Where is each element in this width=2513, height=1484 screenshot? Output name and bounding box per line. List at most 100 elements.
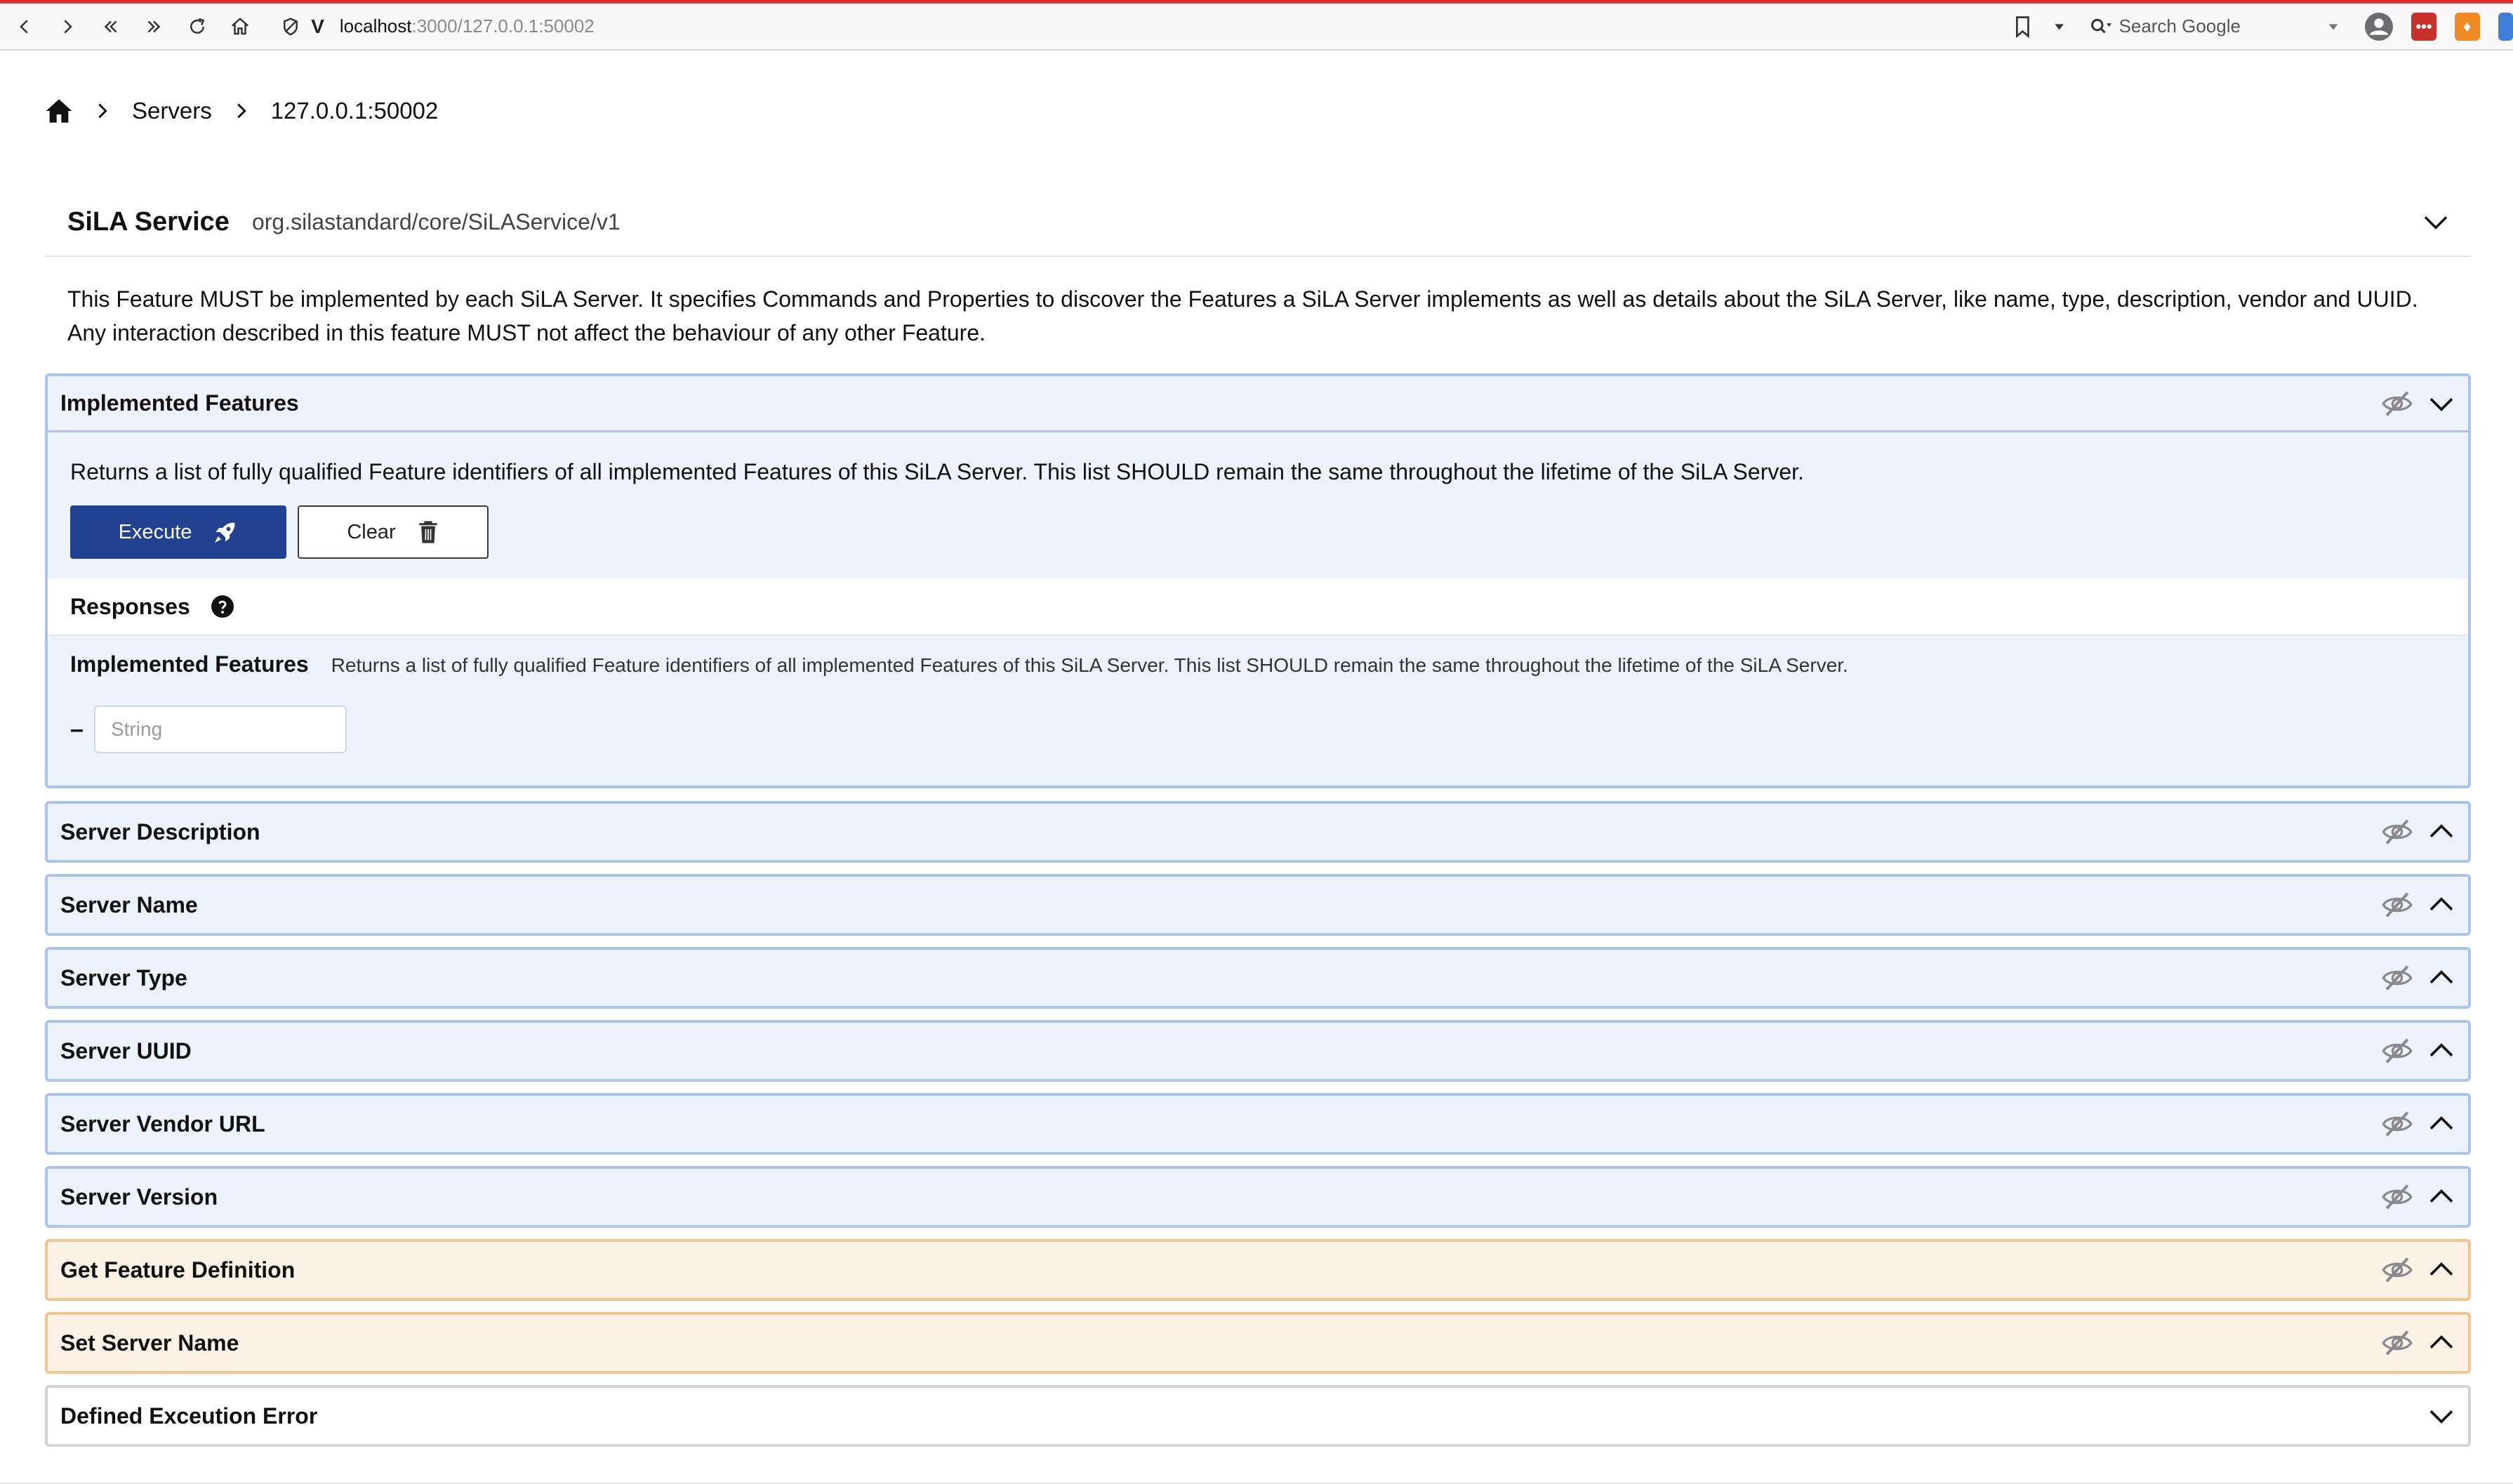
eye-slash-icon[interactable] xyxy=(2381,1328,2413,1358)
panel-body: Returns a list of fully qualified Featur… xyxy=(48,432,2468,764)
caret-down-icon[interactable] xyxy=(2052,18,2067,35)
panel-header[interactable]: Implemented Features xyxy=(48,376,2468,432)
site-v-icon: V xyxy=(311,15,324,37)
clear-label: Clear xyxy=(347,520,396,543)
breadcrumb: Servers 127.0.0.1:50002 xyxy=(45,97,438,125)
execute-button[interactable]: Execute xyxy=(70,505,286,559)
eye-slash-icon[interactable] xyxy=(2381,963,2413,993)
home-button[interactable] xyxy=(222,6,260,48)
home-icon[interactable] xyxy=(45,97,73,125)
chevron-right-icon xyxy=(237,103,246,119)
panel-title: Defined Exceution Error xyxy=(60,1403,318,1429)
chevron-down-icon[interactable] xyxy=(2427,1402,2455,1430)
back-button[interactable] xyxy=(6,6,44,48)
property-panel-server-name: Server Name xyxy=(45,874,2471,936)
panel-title: Server Version xyxy=(60,1184,218,1210)
chevron-up-icon[interactable] xyxy=(2427,1110,2455,1138)
chevron-down-icon[interactable] xyxy=(2422,208,2450,236)
property-panel-server-version: Server Version xyxy=(45,1166,2471,1228)
search-placeholder: Search Google xyxy=(2119,15,2241,37)
account-avatar-icon[interactable] xyxy=(2365,12,2394,41)
chevron-right-icon xyxy=(64,19,73,34)
panel-header[interactable]: Server Type xyxy=(48,950,2468,1006)
property-panel-implemented-features: Implemented Features Returns a list of f… xyxy=(45,373,2471,788)
panel-title: Server Vendor URL xyxy=(60,1111,265,1137)
panel-title: Server UUID xyxy=(60,1038,192,1064)
panel-header[interactable]: Get Feature Definition xyxy=(48,1242,2468,1298)
chevron-up-icon[interactable] xyxy=(2427,964,2455,992)
chevron-up-icon[interactable] xyxy=(2427,1037,2455,1065)
rocket-icon xyxy=(215,522,235,543)
search-engine-icon xyxy=(2090,18,2111,33)
extension-blue-icon[interactable] xyxy=(2498,12,2513,41)
clear-button[interactable]: Clear xyxy=(298,505,489,559)
property-panel-server-uuid: Server UUID xyxy=(45,1020,2471,1082)
execute-label: Execute xyxy=(118,520,192,543)
feature-description-line2: Any interaction described in this featur… xyxy=(67,320,986,345)
string-value-input[interactable] xyxy=(94,705,347,753)
extension-lastpass-icon[interactable]: ••• xyxy=(2411,12,2436,41)
panel-header[interactable]: Server Vendor URL xyxy=(48,1096,2468,1152)
property-panel-server-vendor-url: Server Vendor URL xyxy=(45,1093,2471,1155)
eye-slash-icon[interactable] xyxy=(2381,1109,2413,1139)
chevron-right-icon xyxy=(98,103,107,119)
eye-slash-icon[interactable] xyxy=(2381,1255,2413,1285)
eye-slash-icon[interactable] xyxy=(2381,817,2413,847)
responses-header: Responses xyxy=(48,578,2468,636)
chevron-up-icon[interactable] xyxy=(2427,1329,2455,1357)
feature-title: SiLA Service xyxy=(67,206,230,237)
feature-description: This Feature MUST be implemented by each… xyxy=(67,282,2468,350)
panel-title: Server Name xyxy=(60,892,198,917)
fast-forward-button[interactable] xyxy=(135,6,173,48)
double-chevron-right-icon xyxy=(147,20,161,32)
remove-item-icon[interactable]: – xyxy=(70,716,94,743)
response-name: Implemented Features xyxy=(70,651,309,677)
responses-label: Responses xyxy=(70,593,190,619)
chevron-up-icon[interactable] xyxy=(2427,891,2455,919)
extension-hubspot-icon[interactable]: ♦ xyxy=(2454,12,2480,41)
property-panel-server-type: Server Type xyxy=(45,947,2471,1009)
feature-identifier: org.silastandard/core/SiLAService/v1 xyxy=(251,208,621,234)
chevron-up-icon[interactable] xyxy=(2427,818,2455,846)
double-chevron-left-icon xyxy=(104,20,117,32)
breadcrumb-servers-link[interactable]: Servers xyxy=(132,98,212,124)
breadcrumb-current-server: 127.0.0.1:50002 xyxy=(270,98,439,124)
search-bar[interactable]: Search Google xyxy=(2084,7,2342,46)
response-item: Implemented Features Returns a list of f… xyxy=(48,636,2468,695)
panel-header[interactable]: Server UUID xyxy=(48,1023,2468,1079)
person-icon xyxy=(2366,13,2392,39)
caret-down-icon[interactable] xyxy=(2326,19,2341,34)
chevron-left-icon xyxy=(19,19,28,34)
bookmark-icon[interactable] xyxy=(2013,15,2032,39)
panel-title: Server Type xyxy=(60,965,187,991)
panel-title: Set Server Name xyxy=(60,1330,239,1356)
panel-title: Get Feature Definition xyxy=(60,1257,296,1283)
eye-slash-icon[interactable] xyxy=(2381,1036,2413,1066)
url-path: :3000/127.0.0.1:50002 xyxy=(411,15,595,37)
browser-toolbar: V localhost:3000/127.0.0.1:50002 Search … xyxy=(0,0,2513,51)
url-host: localhost xyxy=(339,15,412,37)
rewind-button[interactable] xyxy=(92,6,130,48)
chevron-up-icon[interactable] xyxy=(2427,1256,2455,1284)
eye-slash-icon[interactable] xyxy=(2381,890,2413,920)
shield-icon xyxy=(284,17,298,36)
panel-header[interactable]: Defined Exceution Error xyxy=(48,1388,2468,1444)
panel-header[interactable]: Server Version xyxy=(48,1169,2468,1225)
property-description: Returns a list of fully qualified Featur… xyxy=(70,459,1804,484)
feature-header[interactable]: SiLA Service org.silastandard/core/SiLAS… xyxy=(45,188,2471,257)
eye-slash-icon[interactable] xyxy=(2381,389,2413,418)
reload-icon xyxy=(190,18,205,34)
command-panel-get-feature-definition: Get Feature Definition xyxy=(45,1239,2471,1301)
eye-slash-icon[interactable] xyxy=(2381,1182,2413,1212)
reload-button[interactable] xyxy=(178,6,216,48)
chevron-up-icon[interactable] xyxy=(2427,1183,2455,1211)
address-bar[interactable]: V localhost:3000/127.0.0.1:50002 xyxy=(280,15,1796,38)
question-circle-icon[interactable] xyxy=(211,595,234,618)
chevron-down-icon[interactable] xyxy=(2427,390,2455,418)
panel-header[interactable]: Server Description xyxy=(48,804,2468,860)
feature-description-line1: This Feature MUST be implemented by each… xyxy=(67,286,2418,312)
error-panel-defined-execution-error: Defined Exceution Error xyxy=(45,1385,2471,1447)
panel-header[interactable]: Set Server Name xyxy=(48,1315,2468,1371)
panel-header[interactable]: Server Name xyxy=(48,877,2468,933)
forward-button[interactable] xyxy=(49,6,87,48)
